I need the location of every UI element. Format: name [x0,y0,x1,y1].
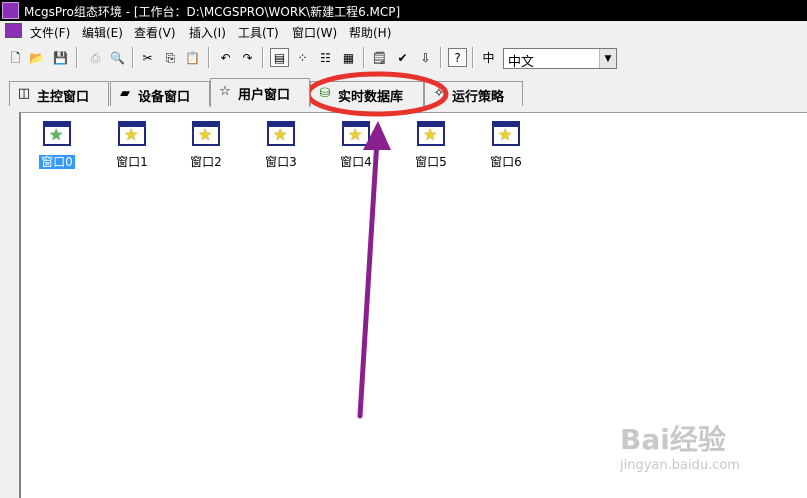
paste-icon[interactable]: 📋 [183,48,202,67]
menu-file[interactable]: 文件(F) [30,24,70,41]
print-icon[interactable]: ⎙ [86,48,105,67]
watermark-logo: Bai经验 [620,423,726,456]
user-window-icon: ★ [417,121,445,146]
tab-run-strategy[interactable]: ✧ 运行策略 [424,81,523,106]
toolbar-separator [76,47,78,68]
device-window-icon: ▰ [120,86,130,101]
tab-device-window[interactable]: ▰ 设备窗口 [110,81,210,106]
tab-realtime-database[interactable]: ⛁ 实时数据库 [310,81,424,106]
user-window-icon: ★ [267,121,295,146]
user-window-icon: ★ [118,121,146,146]
user-window-icon: ★ [342,121,370,146]
strategy-icon: ✧ [433,86,445,101]
window-item-label: 窗口2 [190,155,222,169]
tab-label: 主控窗口 [37,90,90,105]
tab-label: 设备窗口 [138,90,191,105]
window-item[interactable]: ★ 窗口1 [102,121,162,171]
database-icon: ⛁ [319,86,331,101]
chevron-down-icon[interactable]: ▼ [599,49,616,68]
toolbar-separator [363,47,365,68]
window-item-label: 窗口6 [490,155,522,169]
language-select[interactable]: 中文 ▼ [503,48,617,70]
save-icon[interactable]: 💾 [51,48,70,67]
toolbar-separator [440,47,442,68]
menu-view[interactable]: 查看(V) [134,24,176,41]
menu-insert[interactable]: 插入(I) [189,24,226,41]
details-view-icon[interactable]: ▦ [339,48,358,67]
menu-window[interactable]: 窗口(W) [292,24,337,41]
toolbar-separator [262,47,264,68]
toolbar-separator [132,47,134,68]
menu-edit[interactable]: 编辑(E) [82,24,123,41]
document-system-icon[interactable] [5,23,22,38]
toolbar-separator [472,47,474,68]
tab-label: 运行策略 [452,90,505,105]
redo-icon[interactable]: ↷ [238,48,257,67]
menu-help[interactable]: 帮助(H) [349,24,391,41]
user-window-icon: ★ [43,121,71,146]
open-icon[interactable]: 📂 [27,48,46,67]
language-select-value: 中文 [508,55,535,70]
window-item-label: 窗口5 [415,155,447,169]
main-window-icon: ◫ [17,86,31,101]
print-preview-icon[interactable]: 🔍 [108,48,127,67]
compile-icon[interactable]: ⇩ [416,48,435,67]
menu-bar: 文件(F) 编辑(E) 查看(V) 插入(I) 工具(T) 窗口(W) 帮助(H… [0,21,807,41]
title-bar: McgsPro组态环境 - [工作台：D:\MCGSPRO\WORK\新建工程6… [0,0,807,21]
user-window-icon: ☆ [219,84,231,99]
window-item-label: 窗口0 [39,155,75,169]
check-icon[interactable]: ✔ [393,48,412,67]
workspace-tabs: ◫ 主控窗口 ▰ 设备窗口 ☆ 用户窗口 ⛁ 实时数据库 ✧ 运行策略 [0,74,807,112]
window-item-label: 窗口4 [340,155,372,169]
menu-tools[interactable]: 工具(T) [238,24,279,41]
list-view-icon[interactable]: ☷ [316,48,335,67]
user-window-icon: ★ [192,121,220,146]
window-item[interactable]: ★ 窗口2 [176,121,236,171]
language-icon[interactable]: 中 [479,48,498,67]
tab-main-window[interactable]: ◫ 主控窗口 [9,81,109,106]
undo-icon[interactable]: ↶ [216,48,235,67]
window-item[interactable]: ★ 窗口5 [401,121,461,171]
large-icons-view-icon[interactable]: ▤ [270,48,289,67]
help-icon[interactable]: ? [448,48,467,67]
tab-user-window[interactable]: ☆ 用户窗口 [210,78,310,107]
left-margin [0,112,19,498]
window-item-label: 窗口3 [265,155,297,169]
toolbar-separator [208,47,210,68]
window-item-label: 窗口1 [116,155,148,169]
window-item[interactable]: ★ 窗口0 [27,121,87,171]
cut-icon[interactable]: ✂ [138,48,157,67]
tab-label: 实时数据库 [338,90,404,105]
tab-label: 用户窗口 [238,88,291,103]
user-window-icon: ★ [492,121,520,146]
properties-icon[interactable]: 🗒 [370,48,389,67]
copy-icon[interactable]: ⎘ [161,48,180,67]
toolbar: 🗋 📂 💾 ⎙ 🔍 ✂ ⎘ 📋 ↶ ↷ ▤ ⁘ ☷ ▦ 🗒 ✔ ⇩ ? 中 [0,41,807,75]
window-item[interactable]: ★ 窗口3 [251,121,311,171]
watermark-url: jingyan.baidu.com [620,458,740,473]
small-icons-view-icon[interactable]: ⁘ [293,48,312,67]
new-icon[interactable]: 🗋 [6,48,25,67]
window-title: McgsPro组态环境 - [工作台：D:\MCGSPRO\WORK\新建工程6… [24,5,401,19]
window-item[interactable]: ★ 窗口6 [476,121,536,171]
app-icon [2,2,19,19]
window-item[interactable]: ★ 窗口4 [326,121,386,171]
